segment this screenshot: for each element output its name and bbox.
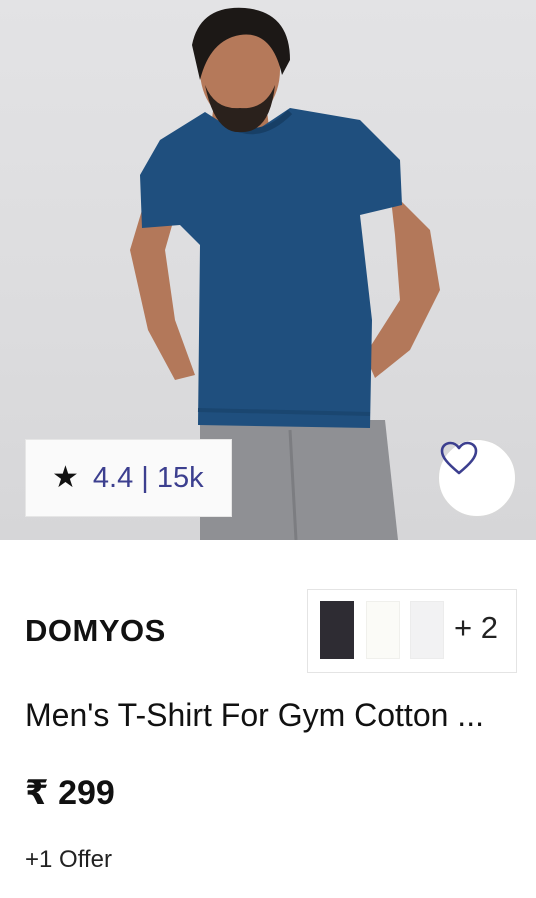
product-price: ₹ 299 — [25, 774, 115, 812]
more-colors-count[interactable]: + 2 — [454, 610, 498, 646]
product-image[interactable]: ★ 4.4 | 15k — [0, 0, 536, 540]
color-swatches[interactable]: + 2 — [307, 589, 517, 673]
product-card[interactable]: ★ 4.4 | 15k DOMYOS + 2 Men's T-Shirt For… — [0, 0, 536, 898]
rating-value: 4.4 | 15k — [92, 461, 204, 494]
heart-icon — [440, 441, 478, 475]
swatch-white[interactable] — [366, 601, 400, 659]
star-icon: ★ — [52, 461, 79, 494]
offer-link[interactable]: +1 Offer — [25, 846, 112, 874]
product-title[interactable]: Men's T-Shirt For Gym Cotton ... — [25, 697, 525, 734]
brand-name: DOMYOS — [25, 613, 166, 648]
swatch-light-grey[interactable] — [410, 601, 444, 659]
rating-badge[interactable]: ★ 4.4 | 15k — [25, 439, 232, 517]
wishlist-button[interactable] — [438, 439, 516, 517]
swatch-dark[interactable] — [320, 601, 354, 659]
